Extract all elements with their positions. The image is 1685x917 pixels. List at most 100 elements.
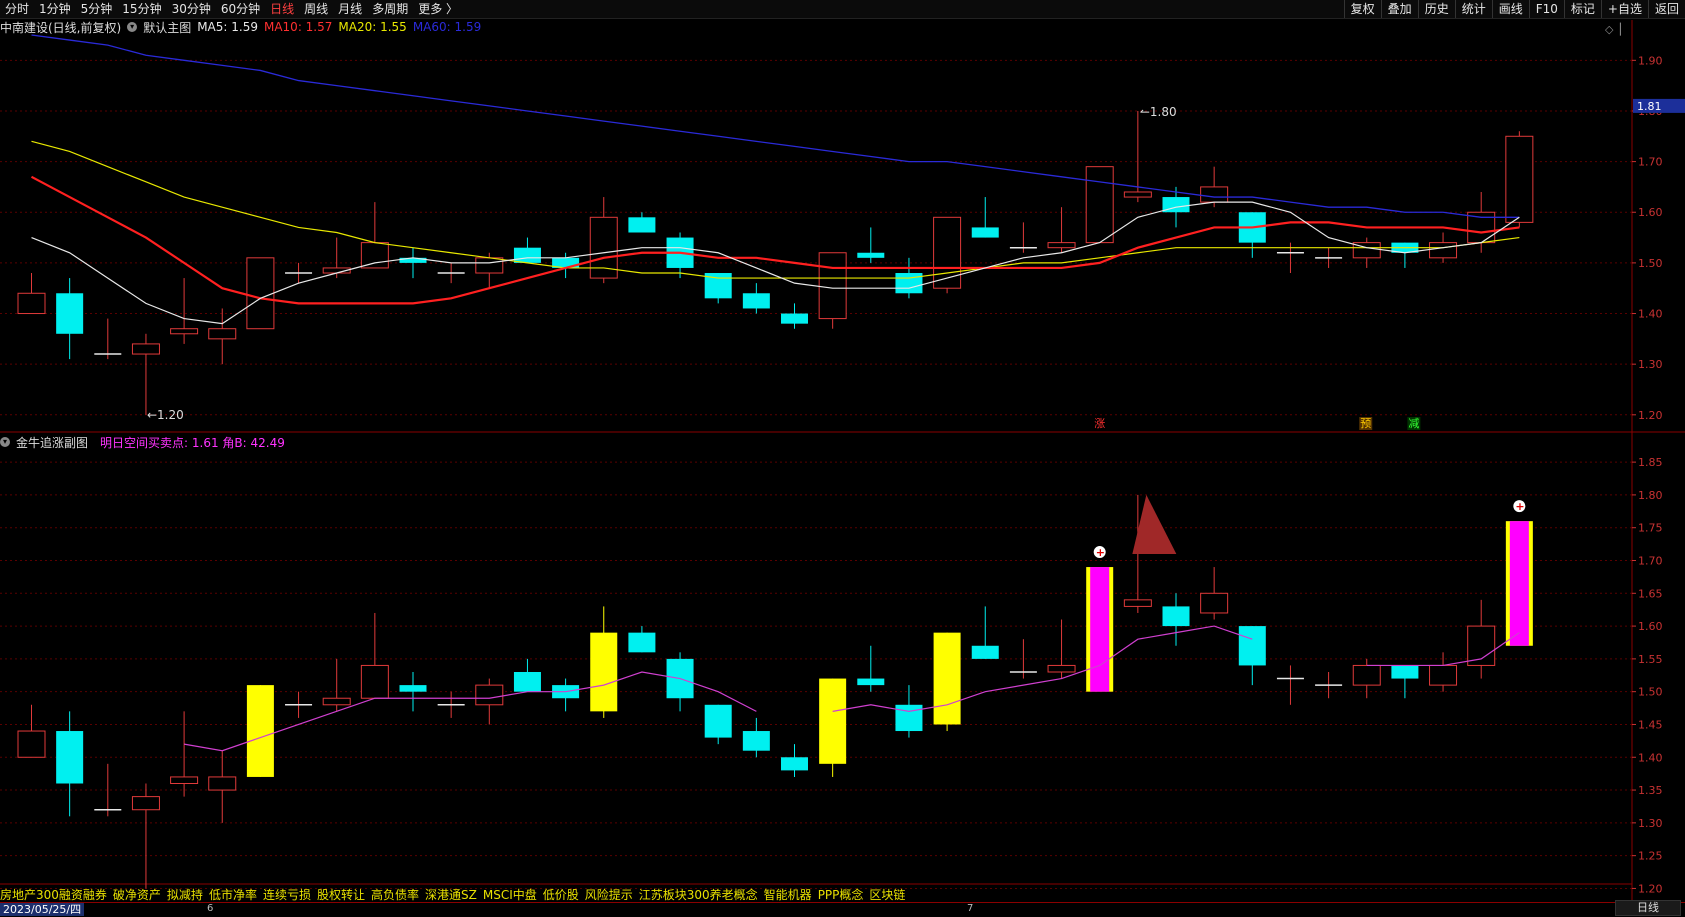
candle-body [1047, 242, 1076, 249]
tool-button-3[interactable]: 统计 [1454, 0, 1492, 18]
dropdown-icon[interactable]: ▾ [127, 22, 138, 32]
y-tick-label: 1.20 [1638, 882, 1663, 895]
candle-body [1467, 211, 1496, 244]
concept-tag[interactable]: PPP概念 [818, 886, 864, 903]
concept-tag[interactable]: 深港通SZ [425, 886, 477, 903]
axis-marker-6: 6 [207, 903, 214, 914]
grid-lines [0, 59, 1632, 889]
sub-candle-body [56, 731, 84, 784]
sub-candle-body [513, 672, 541, 692]
period-tab-10[interactable]: 更多 〉 [413, 0, 463, 18]
period-tab-2[interactable]: 5分钟 [76, 0, 118, 18]
sub-candle-body [552, 685, 580, 699]
kline-chart[interactable]: 1.90 1.80 1.70 1.60 1.50 1.40 1.30 1.20 1.85 1.80… [0, 0, 1685, 916]
tool-button-8[interactable]: 返回 [1647, 0, 1685, 18]
candle-body [628, 217, 656, 233]
sub-candle-body [208, 776, 237, 791]
tool-button-2[interactable]: 历史 [1417, 0, 1455, 18]
concept-tag[interactable]: 低价股 [543, 886, 579, 903]
concept-tag[interactable]: 智能机器 [764, 886, 812, 903]
y-tick-label: 1.55 [1638, 653, 1663, 666]
y-tick-label: 1.80 [1638, 105, 1663, 118]
candle-body [971, 227, 999, 238]
candle-body [1391, 242, 1419, 253]
sub-candle-body [1162, 606, 1190, 627]
period-toolbar: 分时 1分钟 5分钟 15分钟 30分钟 60分钟 日线 周线 月线 多周期 更多 〉 复权 叠加 历史… [0, 0, 1685, 19]
period-tab-6[interactable]: 日线 [265, 0, 299, 18]
sub-candle-body [399, 685, 427, 692]
period-tab-5[interactable]: 60分钟 [216, 0, 265, 18]
period-tab-8[interactable]: 月线 [333, 0, 367, 18]
candle-body [781, 313, 808, 324]
candle-body [513, 247, 541, 263]
y-tick-label: 1.30 [1638, 817, 1663, 830]
concept-tag[interactable]: 股权转让 [317, 886, 365, 903]
tool-button-7[interactable]: +自选 [1600, 0, 1648, 18]
concept-tag[interactable]: 高负债率 [371, 886, 419, 903]
y-tick-label: 1.80 [1638, 489, 1663, 502]
y-tick-label: 1.65 [1638, 587, 1663, 600]
signal-yu-bg [1359, 417, 1373, 430]
sub-candle-body [1391, 665, 1419, 679]
sub-candle-body [1047, 664, 1076, 673]
concept-tag[interactable]: 房地产300融资融券 [0, 886, 107, 903]
signal-yu: 预 [1360, 417, 1371, 430]
date-axis: 2023/05/25/四 6 7 日线 [0, 900, 1685, 917]
sub-candle-body [17, 730, 46, 758]
sub-chart-header: ▾ 金牛追涨副图 明日空间买卖点: 1.61 角B: 42.49 [0, 434, 291, 450]
sub-candles [17, 494, 1533, 889]
concept-tag[interactable]: 低市净率 [209, 886, 257, 903]
concept-tag[interactable]: 江苏板块300养老概念 [639, 886, 758, 903]
triangle-marker [1132, 494, 1177, 554]
period-tab-7[interactable]: 周线 [299, 0, 333, 18]
concept-tag[interactable]: 区块链 [869, 886, 905, 903]
concept-tag[interactable]: 拟减持 [167, 886, 203, 903]
y-tick-label: 1.30 [1638, 358, 1663, 371]
bull-icon [1513, 500, 1526, 513]
bull-icon-plus: + [1096, 546, 1105, 559]
candle-body [322, 267, 351, 274]
annotations: ↼1.80 ←1.20 涨 预 减 + + [147, 105, 1526, 559]
sub-indicator-value: 明日空间买卖点: 1.61 角B: 42.49 [100, 435, 285, 450]
sub-trend-line [832, 625, 1253, 712]
concept-tag[interactable]: MSCI中盘 [483, 886, 537, 903]
tool-button-1[interactable]: 叠加 [1380, 0, 1418, 18]
sub-candle-body [170, 776, 199, 784]
period-tab-1[interactable]: 1分钟 [34, 0, 76, 18]
sub-candle-body [131, 796, 160, 811]
y-tick-label: 1.40 [1638, 751, 1663, 764]
sub-line [183, 625, 1520, 752]
tool-button-6[interactable]: 标记 [1563, 0, 1601, 18]
period-tab-4[interactable]: 30分钟 [167, 0, 216, 18]
sub-candle-body [704, 704, 732, 738]
concept-tag[interactable]: 风险提示 [585, 886, 633, 903]
sub-chart-name[interactable]: 金牛追涨副图 [16, 434, 88, 451]
y-tick-label: 1.35 [1638, 784, 1663, 797]
sub-magenta-bar-bg [1086, 567, 1114, 692]
y-tick-label: 1.50 [1638, 686, 1663, 699]
main-candles [17, 110, 1534, 415]
period-tab-9[interactable]: 多周期 [367, 0, 413, 18]
dropdown-icon[interactable]: ▾ [0, 437, 10, 447]
ma60-line [31, 34, 1520, 218]
candle-body [666, 237, 694, 268]
stock-title[interactable]: 中南建设(日线,前复权) [0, 19, 121, 36]
chart-name[interactable]: 默认主图 [143, 19, 191, 36]
concept-tag[interactable]: 连续亏损 [263, 886, 311, 903]
diamond-icon: ◇ [1605, 23, 1614, 36]
period-tab-0[interactable]: 分时 [0, 0, 34, 18]
period-tab-3[interactable]: 15分钟 [117, 0, 166, 18]
signal-zhang: 涨 [1094, 417, 1105, 430]
sub-magenta-bar [1509, 521, 1529, 646]
tool-buttons: 复权 叠加 历史 统计 画线 F10 标记 +自选 返回 [1343, 0, 1685, 18]
sub-candle-body [1467, 625, 1496, 666]
concept-tag[interactable]: 破净资产 [113, 886, 161, 903]
candle-body [475, 257, 504, 274]
tool-button-5[interactable]: F10 [1528, 0, 1564, 18]
tool-button-0[interactable]: 复权 [1343, 0, 1381, 18]
candle-body [933, 216, 962, 289]
candle-body [818, 252, 847, 320]
tool-button-4[interactable]: 画线 [1491, 0, 1529, 18]
candle-body [552, 257, 580, 268]
period-button[interactable]: 日线 [1615, 900, 1681, 916]
